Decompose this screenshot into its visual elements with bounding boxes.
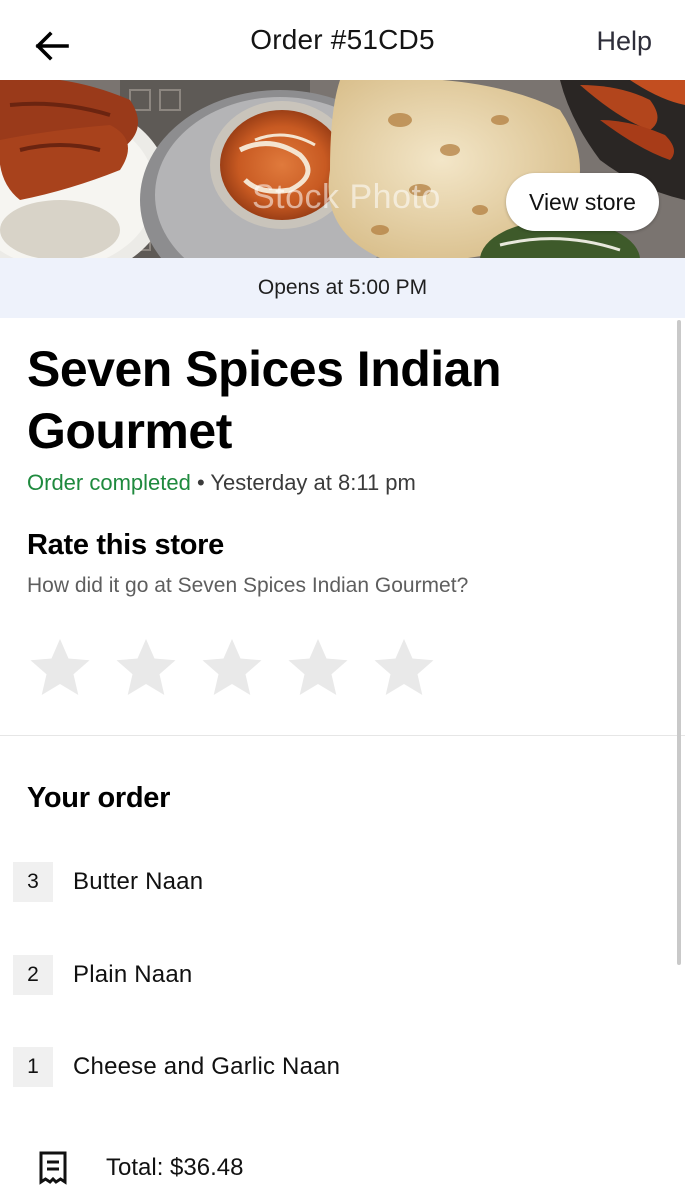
- status-separator: •: [190, 470, 211, 495]
- order-item: 1 Cheese and Garlic Naan: [13, 1047, 340, 1087]
- store-hero-image: Stock Photo View store: [0, 80, 685, 258]
- order-timestamp: Yesterday at 8:11 pm: [210, 470, 416, 495]
- order-item: 3 Butter Naan: [13, 862, 203, 902]
- page-title: Order #51CD5: [250, 24, 435, 55]
- food-photo: [0, 80, 685, 258]
- order-status-line: Order completed • Yesterday at 8:11 pm: [27, 470, 416, 496]
- order-item: 2 Plain Naan: [13, 955, 192, 995]
- rate-store-subtitle: How did it go at Seven Spices Indian Gou…: [27, 574, 469, 597]
- stock-photo-watermark: Stock Photo: [252, 178, 441, 216]
- order-status: Order completed: [27, 470, 191, 495]
- view-store-button[interactable]: View store: [506, 173, 659, 231]
- your-order-title: Your order: [27, 782, 171, 814]
- store-hours-banner: Opens at 5:00 PM: [0, 258, 685, 318]
- star-rating: [28, 636, 436, 700]
- top-bar: Order #51CD5 Help: [0, 0, 685, 80]
- item-quantity: 2: [13, 955, 53, 995]
- section-divider: [0, 735, 685, 736]
- order-total: Total: $36.48: [106, 1154, 244, 1181]
- item-name: Butter Naan: [73, 868, 204, 895]
- scrollbar[interactable]: [677, 320, 681, 965]
- star-icon-1[interactable]: [28, 636, 92, 700]
- item-quantity: 1: [13, 1047, 53, 1087]
- store-name: Seven Spices Indian Gourmet: [27, 341, 502, 459]
- star-icon-5[interactable]: [372, 636, 436, 700]
- help-button[interactable]: Help: [596, 26, 652, 57]
- item-name: Plain Naan: [73, 961, 193, 988]
- receipt-icon: [39, 1151, 67, 1185]
- star-icon-2[interactable]: [114, 636, 178, 700]
- item-name: Cheese and Garlic Naan: [73, 1053, 341, 1080]
- star-icon-4[interactable]: [286, 636, 350, 700]
- item-quantity: 3: [13, 862, 53, 902]
- star-icon-3[interactable]: [200, 636, 264, 700]
- rate-store-title: Rate this store: [27, 529, 224, 561]
- order-total-row: Total: $36.48: [38, 1148, 243, 1188]
